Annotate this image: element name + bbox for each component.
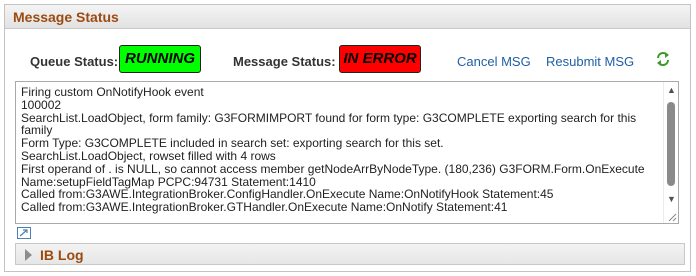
log-line: SearchList.LoadObject, form family: G3FO…: [21, 110, 637, 138]
log-line: SearchList.LoadObject, rowset filled wit…: [21, 148, 276, 163]
log-line: Called from:G3AWE.IntegrationBroker.GTHa…: [21, 200, 508, 215]
panel-title: Message Status: [5, 5, 690, 29]
message-status-panel: Message Status Queue Status: RUNNING Mes…: [4, 4, 691, 272]
message-log-textarea[interactable]: Firing custom OnNotifyHook event 100002 …: [15, 81, 679, 224]
log-line: 100002: [21, 97, 62, 112]
status-row: Queue Status: RUNNING Message Status: IN…: [5, 41, 690, 75]
message-status-badge: IN ERROR: [339, 45, 421, 73]
ib-log-title: IB Log: [40, 247, 84, 263]
scroll-thumb[interactable]: [667, 102, 675, 186]
cancel-msg-link[interactable]: Cancel MSG: [457, 54, 531, 69]
log-text: Firing custom OnNotifyHook event 100002 …: [21, 86, 665, 214]
queue-status-badge: RUNNING: [119, 45, 201, 73]
log-scrollbar[interactable]: ▲ ▼: [663, 82, 678, 223]
scroll-down-arrow-icon[interactable]: ▼: [666, 194, 677, 205]
expand-textarea-icon[interactable]: [17, 227, 31, 239]
resize-grip-icon[interactable]: [666, 211, 677, 222]
log-line: Firing custom OnNotifyHook event: [21, 85, 204, 99]
ib-log-collapsible-header[interactable]: IB Log: [15, 243, 685, 265]
resubmit-msg-link[interactable]: Resubmit MSG: [546, 54, 634, 69]
refresh-icon[interactable]: [655, 51, 671, 67]
expand-triangle-icon: [25, 249, 32, 261]
message-status-label: Message Status:: [233, 54, 336, 69]
log-line: First operand of . is NULL, so cannot ac…: [21, 161, 645, 189]
queue-status-label: Queue Status:: [30, 54, 119, 69]
scroll-up-arrow-icon[interactable]: ▲: [666, 85, 677, 96]
